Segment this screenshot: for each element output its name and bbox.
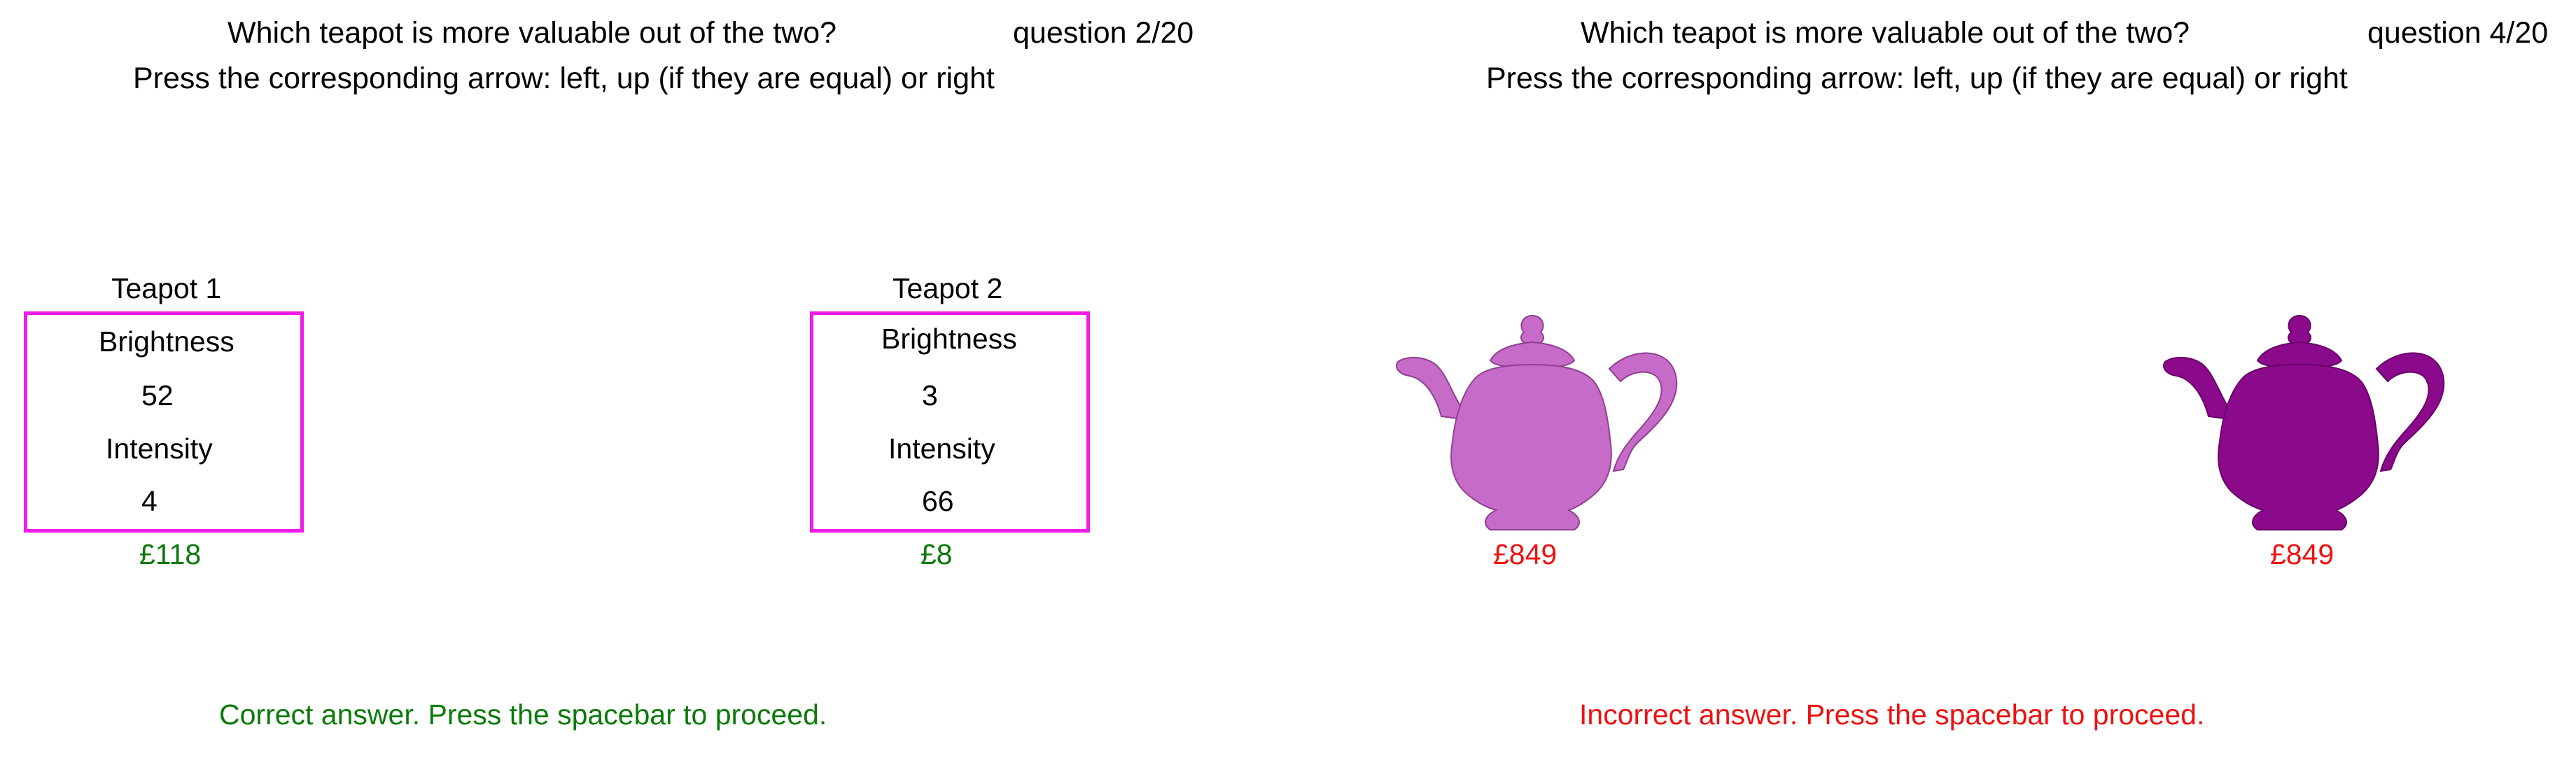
question-line-1: Which teapot is more valuable out of the…: [1581, 16, 2190, 50]
teapot-1-attr-1-value: 52: [141, 379, 174, 411]
teapot-left-price: £849: [1493, 538, 1558, 570]
teapot-2-attr-2-value: 66: [922, 485, 954, 517]
feedback-message: Incorrect answer. Press the spacebar to …: [1579, 698, 2205, 731]
teapot-1-price: £118: [139, 538, 202, 570]
question-line-1: Which teapot is more valuable out of the…: [227, 16, 837, 50]
question-line-2: Press the corresponding arrow: left, up …: [1486, 62, 2348, 95]
teapot-2-attr-2-label: Intensity: [888, 432, 995, 465]
teapot-icon: [1396, 314, 1678, 530]
teapot-1-attribute-box: Brightness 52 Intensity 4: [24, 311, 304, 533]
teapot-1-attr-1-label: Brightness: [99, 325, 234, 358]
teapot-2-attr-1-value: 3: [922, 379, 938, 411]
teapot-icon: [2163, 314, 2445, 530]
trial-panel-left: Which teapot is more valuable out of the…: [0, 0, 1288, 760]
teapot-1-title: Teapot 1: [111, 272, 222, 304]
teapot-1-attr-2-label: Intensity: [106, 432, 213, 465]
teapot-2-title: Teapot 2: [892, 272, 1003, 304]
teapot-2-attribute-box: Brightness 3 Intensity 66: [810, 311, 1090, 533]
question-counter: question 4/20: [2367, 16, 2549, 50]
teapot-2-price: £8: [920, 538, 953, 570]
feedback-message: Correct answer. Press the spacebar to pr…: [219, 698, 827, 731]
question-counter: question 2/20: [1013, 16, 1194, 50]
question-line-2: Press the corresponding arrow: left, up …: [133, 62, 995, 95]
teapot-1-attr-2-value: 4: [141, 485, 158, 517]
trial-panel-right: Which teapot is more valuable out of the…: [1288, 0, 2576, 760]
teapot-2-attr-1-label: Brightness: [881, 323, 1017, 355]
teapot-right-price: £849: [2270, 538, 2334, 570]
